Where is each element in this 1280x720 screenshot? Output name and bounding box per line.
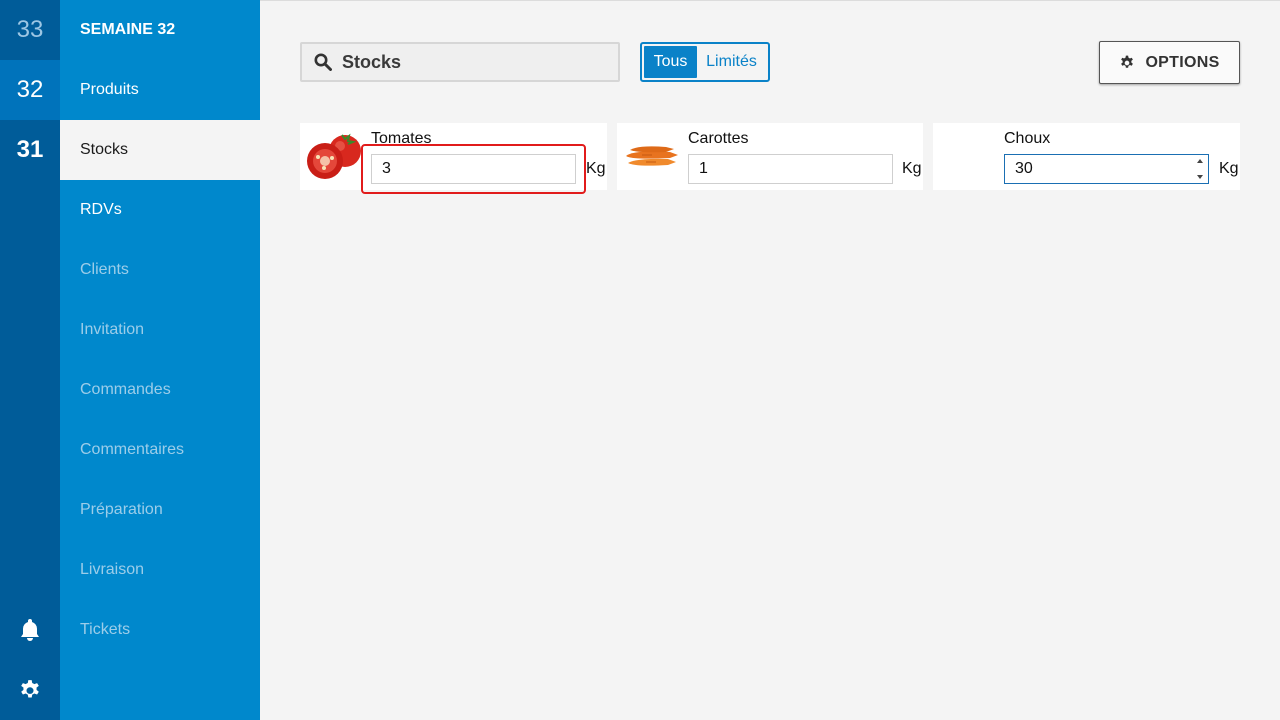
stepper-down-icon[interactable]	[1195, 173, 1205, 181]
quantity-value: 30	[1015, 160, 1033, 177]
nav-item-produits[interactable]: Produits	[60, 60, 260, 120]
nav-item-preparation[interactable]: Préparation	[60, 480, 260, 540]
bell-icon[interactable]	[0, 600, 60, 660]
product-card-carottes: Carottes 1 Kg	[617, 123, 923, 190]
week-33[interactable]: 33	[0, 0, 60, 60]
product-name: Choux	[1004, 130, 1051, 147]
filter-toggle: Tous Limités	[640, 42, 770, 82]
unit-label: Kg	[586, 160, 606, 177]
nav-item-stocks[interactable]: Stocks	[60, 120, 260, 180]
nav-item-tickets[interactable]: Tickets	[60, 600, 260, 660]
week-header: SEMAINE 32	[80, 21, 176, 38]
quantity-input-carottes[interactable]: 1	[688, 154, 893, 184]
gear-icon	[1119, 55, 1135, 71]
nav-item-livraison[interactable]: Livraison	[60, 540, 260, 600]
search-box[interactable]: Stocks	[300, 42, 620, 82]
nav-item-commandes[interactable]: Commandes	[60, 360, 260, 420]
week-31[interactable]: 31	[0, 120, 60, 180]
product-name: Tomates	[371, 130, 432, 147]
week-32[interactable]: 32	[0, 60, 60, 120]
options-label: OPTIONS	[1145, 53, 1220, 71]
search-label: Stocks	[342, 51, 402, 72]
stepper-arrows[interactable]	[1195, 157, 1205, 181]
options-button[interactable]: OPTIONS	[1099, 41, 1240, 84]
nav-item-clients[interactable]: Clients	[60, 240, 260, 300]
product-card-tomates: Tomates 3 Kg	[300, 123, 607, 190]
week-rail: 33 32 31	[0, 0, 60, 720]
tomato-image	[304, 127, 364, 185]
stepper-up-icon[interactable]	[1195, 157, 1205, 165]
nav-item-invitation[interactable]: Invitation	[60, 300, 260, 360]
top-divider	[260, 0, 1280, 1]
nav-item-commentaires[interactable]: Commentaires	[60, 420, 260, 480]
quantity-input-tomates[interactable]: 3	[371, 154, 576, 184]
search-icon	[314, 52, 334, 72]
carrot-image	[621, 127, 681, 185]
filter-all-button[interactable]: Tous	[644, 46, 697, 78]
unit-label: Kg	[902, 160, 922, 177]
unit-label: Kg	[1219, 160, 1239, 177]
filter-limited-button[interactable]: Limités	[697, 46, 766, 78]
settings-gear-icon[interactable]	[0, 660, 60, 720]
product-card-choux: Choux 30 Kg	[933, 123, 1240, 190]
nav-item-rdvs[interactable]: RDVs	[60, 180, 260, 240]
product-name: Carottes	[688, 130, 749, 147]
quantity-input-choux[interactable]: 30	[1004, 154, 1209, 184]
sidebar-nav: SEMAINE 32 Produits Stocks RDVs Clients …	[60, 0, 260, 720]
